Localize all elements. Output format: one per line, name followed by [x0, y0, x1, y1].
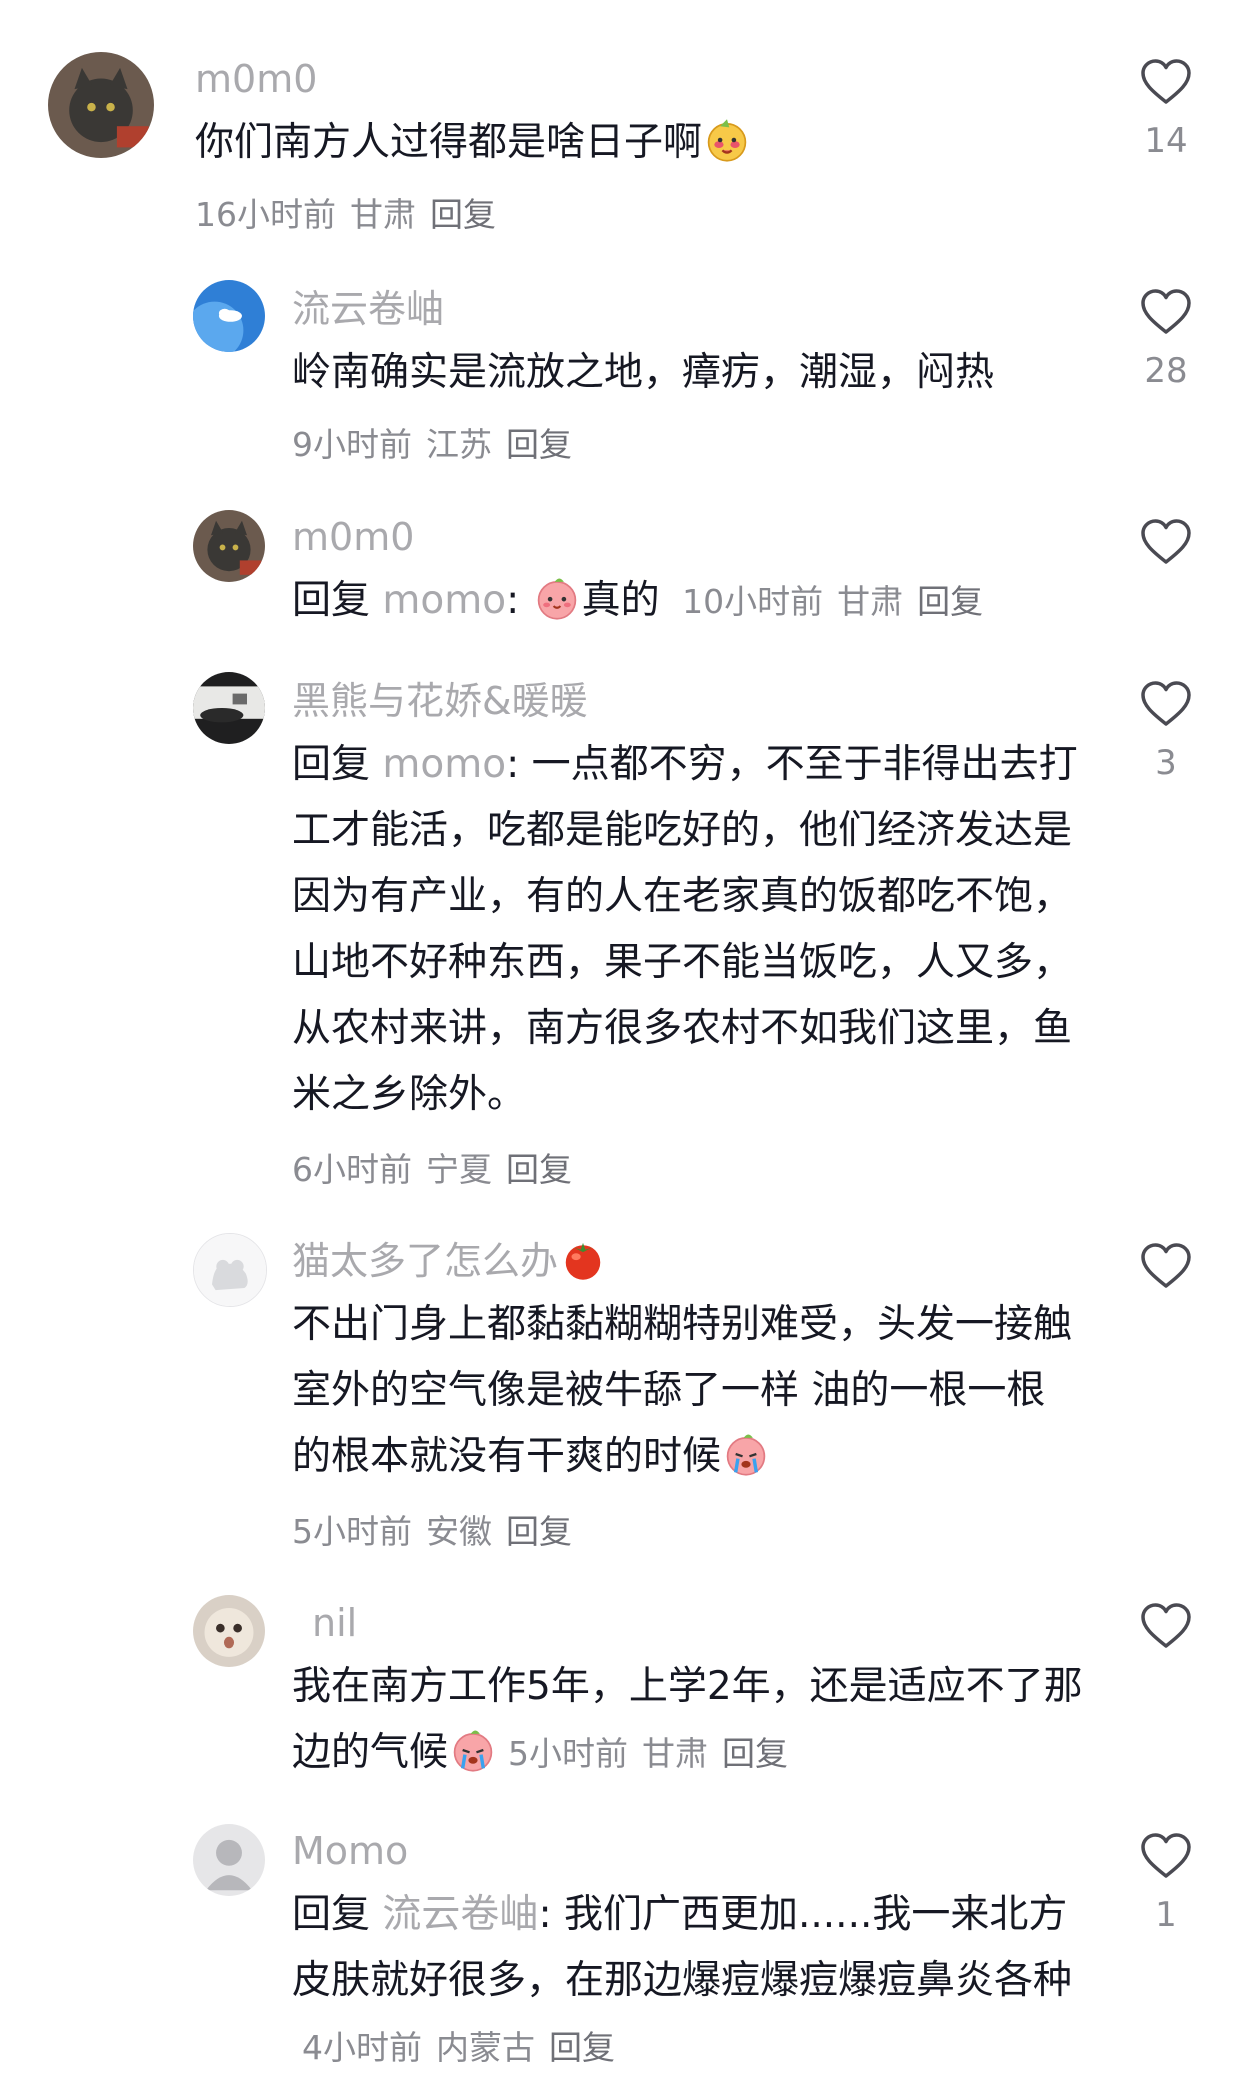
- like-button[interactable]: 28: [1130, 288, 1202, 396]
- comment-location: 甘肃: [642, 1734, 709, 1773]
- reply-colon: :: [538, 1892, 564, 1937]
- comment-text: 回复 momo: 一点都不穷，不至于非得出去打工才能活，吃都是能吃好的，他们经济…: [292, 732, 1082, 1128]
- reply-prefix: 回复: [292, 578, 371, 623]
- heart-icon: [1141, 1603, 1191, 1648]
- reply-button[interactable]: 回复: [549, 2028, 615, 2067]
- crying-face-emoji: [450, 1727, 496, 1773]
- like-button[interactable]: [1130, 1242, 1202, 1300]
- comment-meta: 10小时前 甘肃 回复: [682, 582, 997, 621]
- comment-time: 16小时前: [195, 195, 336, 234]
- heart-icon: [1141, 289, 1191, 334]
- comment-username[interactable]: m0m0: [195, 54, 317, 104]
- reply-prefix: 回复: [292, 742, 371, 787]
- comment-username[interactable]: Momo: [292, 1826, 408, 1876]
- comment-time: 6小时前: [292, 1150, 412, 1189]
- comment-body: 不出门身上都黏黏糊糊特别难受，头发一接触室外的空气像是被牛舔了一样 油的一根一根…: [292, 1302, 1073, 1479]
- comment-body: 一点都不穷，不至于非得出去打工才能活，吃都是能吃好的，他们经济发达是因为有产业，…: [292, 742, 1078, 1117]
- comment-meta: 5小时前 安徽 回复: [292, 1507, 586, 1557]
- comment-username[interactable]: nil: [312, 1598, 357, 1648]
- like-button[interactable]: 3: [1130, 680, 1202, 788]
- reply-button[interactable]: 回复: [506, 1150, 572, 1189]
- tomato-emoji: [560, 1236, 606, 1282]
- like-count: 1: [1155, 1895, 1177, 1935]
- comment-time: 5小时前: [508, 1734, 629, 1773]
- comment-time: 9小时前: [292, 425, 412, 464]
- comment-location: 安徽: [426, 1512, 492, 1551]
- reply-button[interactable]: 回复: [722, 1734, 788, 1773]
- peach-face-emoji: [534, 575, 580, 621]
- heart-icon: [1141, 519, 1191, 564]
- comment-meta: 9小时前 江苏 回复: [292, 420, 586, 470]
- comment-body: 你们南方人过得都是啥日子啊: [195, 120, 703, 165]
- heart-icon: [1141, 681, 1191, 726]
- comment-body: 岭南确实是流放之地，瘴疠，潮湿，闷热: [292, 350, 995, 395]
- avatar[interactable]: [193, 280, 265, 352]
- comment-time: 5小时前: [292, 1512, 412, 1551]
- comment-username-text[interactable]: 猫太多了怎么办: [292, 1239, 558, 1283]
- avatar[interactable]: [193, 1824, 265, 1896]
- comment-meta: 6小时前 宁夏 回复: [292, 1145, 586, 1195]
- comment-text: 不出门身上都黏黏糊糊特别难受，头发一接触室外的空气像是被牛舔了一样 油的一根一根…: [292, 1292, 1082, 1490]
- heart-icon: [1141, 1833, 1191, 1878]
- reply-button[interactable]: 回复: [506, 425, 572, 464]
- comment-text: 你们南方人过得都是啥日子啊: [195, 110, 1095, 176]
- comment-location: 甘肃: [837, 582, 904, 621]
- avatar[interactable]: [193, 1595, 265, 1667]
- like-button[interactable]: 14: [1130, 58, 1202, 166]
- comment-meta: 16小时前 甘肃 回复: [195, 190, 510, 240]
- like-button[interactable]: [1130, 518, 1202, 576]
- comment-text: 回复 流云卷岫: 我们广西更加......我一来北方皮肤就好很多，在那边爆痘爆痘…: [292, 1882, 1082, 2081]
- comment-username[interactable]: 黑熊与花娇&暖暖: [292, 676, 588, 726]
- like-button[interactable]: [1130, 1602, 1202, 1660]
- avatar[interactable]: [193, 672, 265, 744]
- heart-icon: [1141, 59, 1191, 104]
- comment-username[interactable]: 流云卷岫: [292, 284, 444, 334]
- comment-location: 内蒙古: [436, 2028, 535, 2067]
- like-count: 3: [1155, 743, 1177, 783]
- cheeky-face-emoji: [704, 117, 750, 163]
- comment-username: 猫太多了怎么办: [292, 1236, 608, 1286]
- avatar[interactable]: [193, 1233, 267, 1307]
- comment-body: 真的: [581, 578, 660, 623]
- crying-face-emoji: [723, 1431, 769, 1477]
- comment-text: 我在南方工作5年，上学2年，还是适应不了那边的气候 5小时前 甘肃 回复: [292, 1654, 1102, 1787]
- comment-meta: 5小时前 甘肃 回复: [508, 1734, 802, 1773]
- like-count: 14: [1144, 121, 1188, 161]
- like-count: 28: [1144, 351, 1188, 391]
- comment-location: 甘肃: [350, 195, 416, 234]
- reply-target-user[interactable]: momo: [382, 742, 506, 787]
- reply-target-user[interactable]: momo: [382, 578, 506, 623]
- comment-text: 岭南确实是流放之地，瘴疠，潮湿，闷热: [292, 340, 1092, 406]
- reply-button[interactable]: 回复: [917, 582, 983, 621]
- comment-time: 4小时前: [302, 2028, 422, 2067]
- comment-location: 江苏: [426, 425, 492, 464]
- avatar[interactable]: [48, 52, 154, 158]
- like-button[interactable]: 1: [1130, 1832, 1202, 1940]
- reply-colon: :: [506, 578, 532, 623]
- comment-time: 10小时前: [682, 582, 824, 621]
- reply-colon: :: [506, 742, 532, 787]
- reply-prefix: 回复: [292, 1892, 371, 1937]
- avatar[interactable]: [193, 510, 265, 582]
- reply-target-user[interactable]: 流云卷岫: [382, 1892, 538, 1937]
- comment-meta: 4小时前 内蒙古 回复: [302, 2028, 629, 2067]
- comment-username[interactable]: m0m0: [292, 512, 414, 562]
- reply-button[interactable]: 回复: [506, 1512, 572, 1551]
- comment-location: 宁夏: [426, 1150, 492, 1189]
- comment-text: 回复 momo: 真的 10小时前 甘肃 回复: [292, 568, 1112, 635]
- heart-icon: [1141, 1243, 1191, 1288]
- reply-button[interactable]: 回复: [430, 195, 496, 234]
